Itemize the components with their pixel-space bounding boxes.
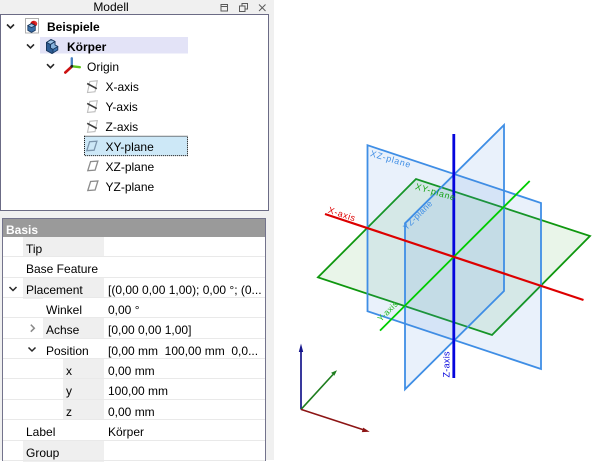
svg-text:Z-axis: Z-axis [442,351,452,377]
